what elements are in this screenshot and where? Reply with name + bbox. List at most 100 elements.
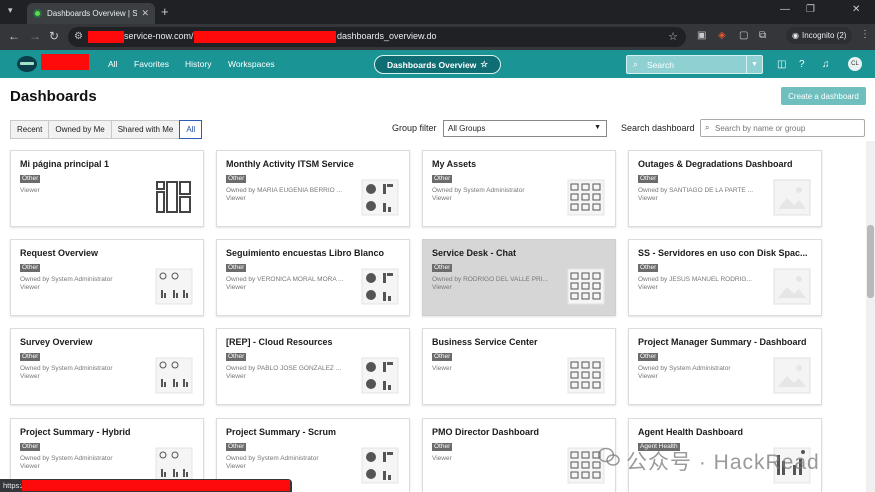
dashboard-card[interactable]: Survey Overview Other Owned by System Admi… [10,328,204,405]
context-pill-label: Dashboards Overview [387,59,477,70]
dashboard-card-role: Viewer [638,373,658,380]
tab-search-icon[interactable]: ▾ [8,5,13,16]
create-dashboard-button[interactable]: Create a dashboard [781,87,866,105]
servicenow-favicon-icon [33,9,42,18]
incognito-icon: ◉ [792,31,799,40]
group-filter-select[interactable]: All Groups ▼ [443,120,607,137]
category-badge: Other [638,264,659,272]
scrollbar-thumb[interactable] [867,225,874,298]
dashboard-card[interactable]: Outages & Degradations Dashboard Other Own… [628,150,822,227]
extension-icon[interactable]: ◈ [718,30,726,41]
tab-owned-by-me[interactable]: Owned by Me [48,120,112,139]
dashboard-card-title: [REP] - Cloud Resources [226,337,333,347]
chart-thumbnail [567,179,605,216]
nav-workspaces[interactable]: Workspaces [228,59,275,69]
dashboard-card-title: PMO Director Dashboard [432,427,540,437]
favorite-star-icon[interactable]: ☆ [480,59,488,70]
dashboard-card[interactable]: Request Overview Other Owned by System Adm… [10,239,204,316]
address-bar[interactable]: ⚙ service-now.com/n dashboards_overview.… [68,27,686,47]
category-badge: Other [20,264,41,272]
global-search[interactable]: ⌕ Search ▼ [626,55,763,74]
tab-shared-with-me[interactable]: Shared with Me [110,120,181,139]
bookmark-star-icon[interactable]: ☆ [668,30,678,43]
widget-block [156,191,165,213]
chart-thumbnail [567,268,605,305]
thumb-bar [387,273,393,276]
close-tab-icon[interactable]: ✕ [141,8,149,19]
dashboard-card-owner: Owned by System Administrator [432,187,525,194]
dashboard-card[interactable]: My Assets Other Owned by System Administra… [422,150,616,227]
dashboard-card-title: Project Summary - Scrum [226,427,337,437]
thumb-pie [366,290,376,300]
search-dashboard-input[interactable]: ⌕ Search by name or group [700,119,865,137]
servicenow-logo-icon[interactable] [17,56,37,72]
dashboard-card-role: Viewer [432,284,452,291]
tab-recent[interactable]: Recent [10,120,50,139]
thumb-pie [366,362,376,372]
dashboard-card-title: My Assets [432,159,477,169]
thumb-bar [383,362,386,372]
nav-all[interactable]: All [108,59,117,69]
window-close-icon[interactable]: ✕ [852,4,860,15]
extension-icon[interactable]: ▢ [739,30,748,41]
dashboard-card-role: Viewer [226,373,246,380]
dashboard-card[interactable]: Project Manager Summary - Dashboard Other… [628,328,822,405]
redaction [88,31,124,43]
redaction [22,480,290,491]
dashboard-card[interactable]: PMO Director Dashboard Other Viewer [422,418,616,492]
chart-thumbnail [361,357,399,394]
context-pill[interactable]: Dashboards Overview ☆ [374,55,501,74]
dashboard-card[interactable]: Monthly Activity ITSM Service Other Owned … [216,150,410,227]
thumb-bar [173,379,175,387]
maximize-icon[interactable]: ❐ [806,4,815,15]
nav-favorites[interactable]: Favorites [134,59,169,69]
dashboard-card[interactable]: [REP] - Cloud Resources Other Owned by PAB… [216,328,410,405]
thumb-pie [366,184,376,194]
dashboard-card[interactable]: Mi página principal 1 Other Viewer [10,150,204,227]
dashboard-card[interactable]: Business Service Center Other Viewer [422,328,616,405]
help-icon[interactable]: ? [799,59,805,70]
incognito-indicator[interactable]: ◉ Incognito (2) [786,27,853,44]
new-tab-icon[interactable]: + [161,4,169,19]
thumb-sun [796,365,802,371]
extensions-puzzle-icon[interactable]: ⧉ [759,30,766,41]
image-placeholder-icon [773,268,811,305]
dashboard-card-role: Viewer [20,373,40,380]
chat-icon[interactable]: ◫ [777,59,786,70]
dashboard-card-role: Viewer [432,365,452,372]
avatar[interactable]: CL [848,57,862,71]
dashboard-card-owner: Owned by System Administrator [638,365,731,372]
category-badge: Other [432,353,453,361]
thumb-bar [164,293,166,298]
browser-tab[interactable]: Dashboards Overview | ServiceN ✕ [27,3,155,24]
watermark: 公众号 · HackRead [626,451,820,474]
dashboard-card[interactable]: Seguimiento encuestas Libro Blanco Other O… [216,239,410,316]
scrollbar[interactable] [866,141,875,492]
thumb-bar [173,469,175,477]
thumb-pie [366,379,376,389]
search-dashboard-placeholder: Search by name or group [715,124,806,133]
redaction [41,54,89,70]
browser-toolbar: ← → ↻ ⚙ service-now.com/n dashboards_ove… [0,24,875,50]
back-icon[interactable]: ← [8,29,20,43]
dashboard-card-title: Mi página principal 1 [20,159,110,169]
reload-icon[interactable]: ↻ [49,29,59,43]
thumb-bar [387,452,393,455]
thumb-bar [161,290,163,298]
dashboard-card[interactable]: SS - Servidores en uso con Disk Spac... O… [628,239,822,316]
nav-history[interactable]: History [185,59,211,69]
minimize-icon[interactable]: — [780,4,790,15]
chart-thumbnail [567,357,605,394]
tab-all[interactable]: All [179,120,203,139]
dashboard-card-role: Viewer [226,463,246,470]
dashboard-card-title: Business Service Center [432,337,538,347]
dashboard-card[interactable]: Service Desk - Chat Other Owned by RODRIGO… [422,239,616,316]
forward-icon[interactable]: → [29,29,41,43]
menu-kebab-icon[interactable]: ⋮ [860,29,870,40]
site-info-icon[interactable]: ⚙ [74,31,83,42]
extension-icon[interactable]: ▣ [697,30,706,41]
chevron-down-icon[interactable]: ▼ [746,56,762,73]
dashboard-card-title: Project Summary - Hybrid [20,427,131,437]
thumb-bar [387,362,393,365]
bell-icon[interactable]: ♫ [822,59,830,70]
